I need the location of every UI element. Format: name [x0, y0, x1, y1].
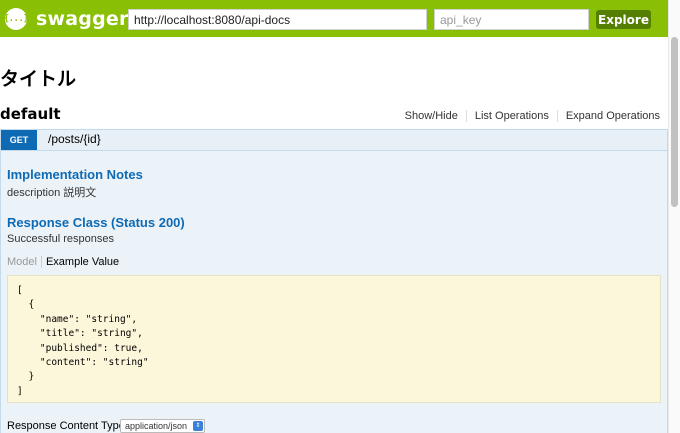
api-key-input[interactable] [434, 9, 589, 30]
response-class-text: Successful responses [7, 233, 114, 245]
select-arrows-icon: ⇕ [193, 421, 203, 431]
expand-operations-link[interactable]: Expand Operations [556, 110, 660, 122]
content-type-value: application/json [125, 421, 188, 431]
swagger-logo-icon: {...} [4, 8, 29, 30]
list-operations-link[interactable]: List Operations [465, 110, 557, 122]
implementation-notes-text: description 説明文 [7, 187, 97, 199]
http-method-badge[interactable]: GET [1, 130, 37, 150]
response-content-type-select[interactable]: application/json ⇕ [120, 419, 205, 433]
example-value-box[interactable]: [ { "name": "string", "title": "string",… [7, 275, 661, 403]
logo-text: swagger [36, 8, 129, 30]
swagger-logo[interactable]: {...} swagger [4, 7, 129, 31]
operation-path[interactable]: /posts/{id} [48, 132, 101, 146]
explore-button[interactable]: Explore [596, 10, 651, 29]
operation-links: Show/Hide List Operations Expand Operati… [397, 110, 660, 122]
response-content-type-label: Response Content Type [7, 420, 125, 432]
vertical-scrollbar[interactable] [668, 0, 680, 433]
scrollbar-thumb[interactable] [671, 37, 678, 207]
api-url-input[interactable] [128, 9, 427, 30]
operation-heading[interactable]: GET /posts/{id} [0, 129, 668, 151]
page-title: タイトル [0, 68, 77, 90]
response-class-heading: Response Class (Status 200) [7, 215, 185, 230]
tab-model[interactable]: Model [7, 256, 42, 268]
tab-example-value[interactable]: Example Value [42, 256, 119, 268]
resource-name[interactable]: default [0, 105, 61, 123]
example-value-code: [ { "name": "string", "title": "string",… [17, 285, 149, 397]
implementation-notes-heading: Implementation Notes [7, 167, 143, 182]
model-tabs: Model Example Value [7, 256, 119, 268]
show-hide-link[interactable]: Show/Hide [397, 110, 466, 122]
top-bar: {...} swagger Explore [0, 0, 668, 37]
